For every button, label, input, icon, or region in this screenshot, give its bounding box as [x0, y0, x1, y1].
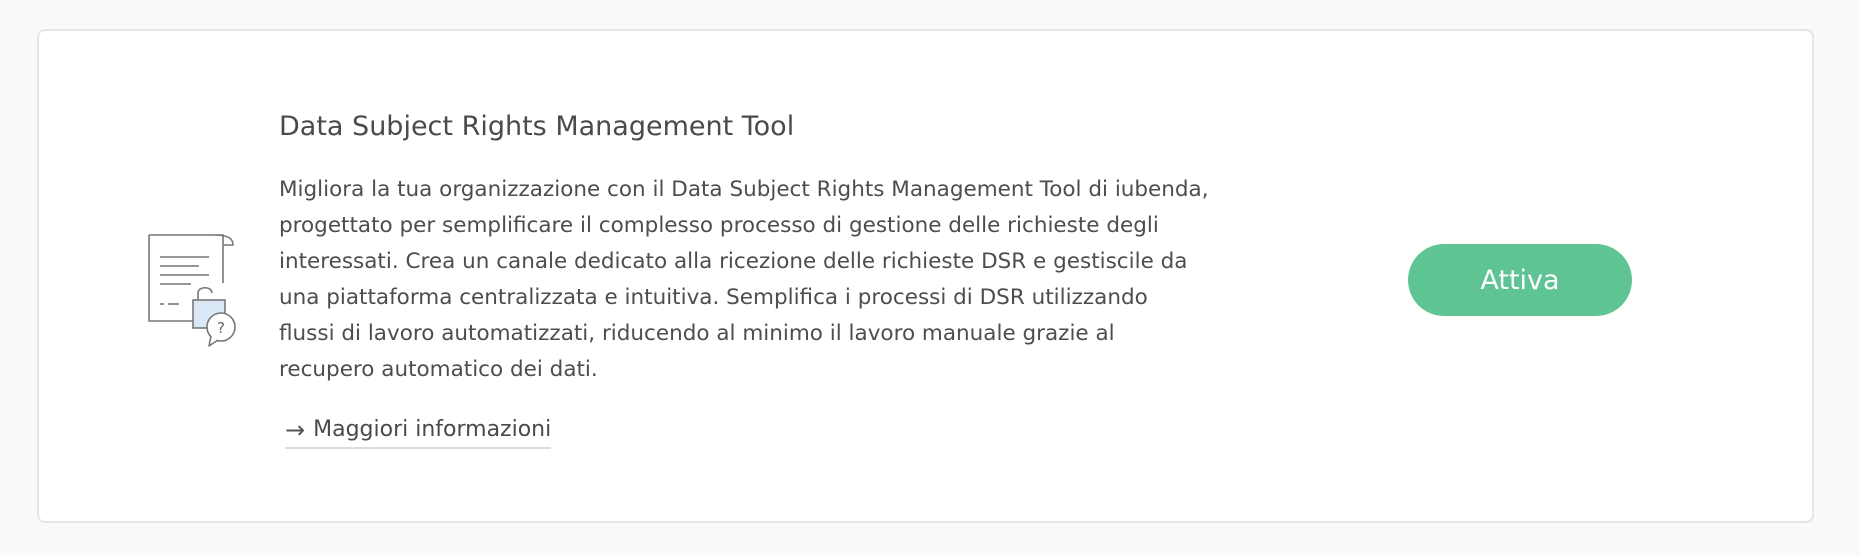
more-info-label: Maggiori informazioni: [313, 417, 552, 443]
svg-text:?: ?: [217, 319, 225, 337]
card-content: Data Subject Rights Management Tool Migl…: [279, 109, 1209, 450]
card-description: Migliora la tua organizzazione con il Da…: [279, 177, 1209, 383]
activate-button[interactable]: Attiva: [1408, 244, 1632, 316]
arrow-right-icon: →: [285, 416, 306, 445]
dsr-tool-card: ? Data Subject Rights Management Tool Mi…: [37, 29, 1814, 523]
document-lock-question-icon: ?: [105, 221, 245, 361]
more-info-link[interactable]: → Maggiori informazioni: [285, 414, 552, 450]
card-title: Data Subject Rights Management Tool: [279, 111, 795, 142]
